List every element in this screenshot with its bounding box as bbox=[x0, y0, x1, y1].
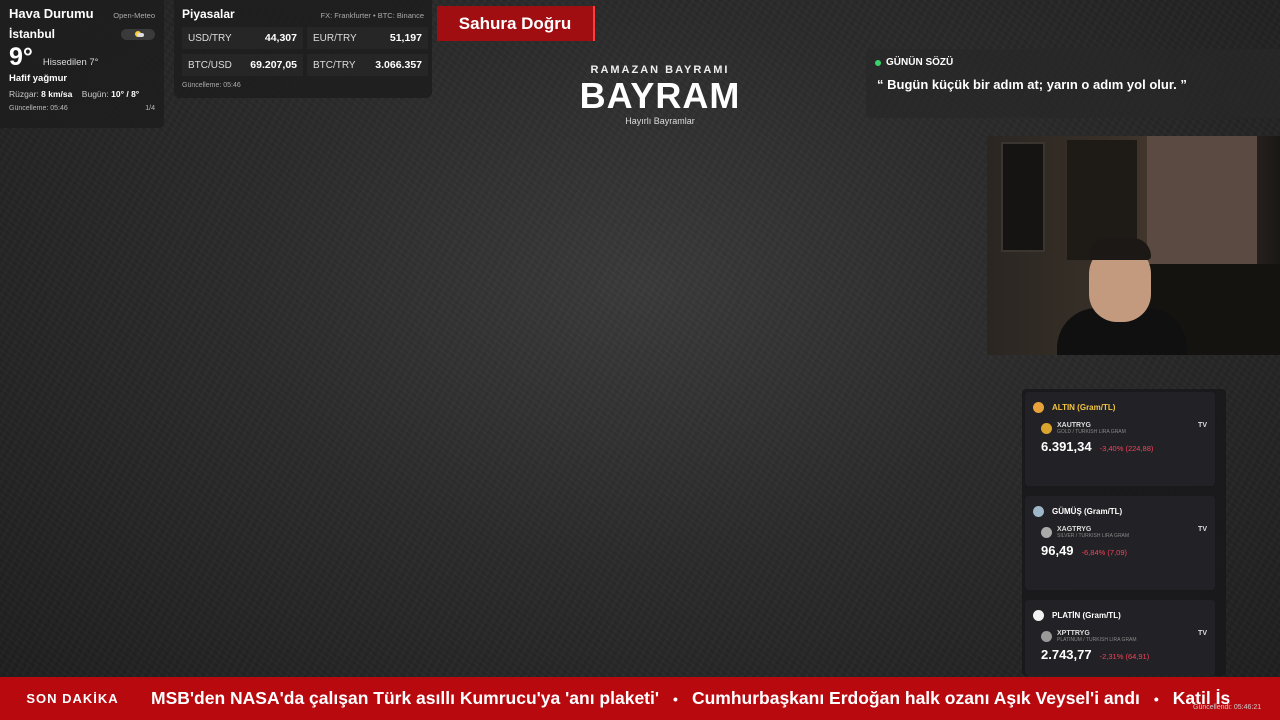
weather-condition: Hafif yağmur bbox=[9, 73, 68, 84]
metal-description: SILVER / TURKISH LIRA GRAM bbox=[1057, 533, 1130, 539]
metal-change: -2,31% (64,91) bbox=[1099, 652, 1150, 661]
today-label: Bugün: bbox=[81, 89, 109, 99]
ticker-item: Cumhurbaşkanı Erdoğan halk ozanı Aşık Ve… bbox=[691, 688, 1140, 708]
metal-change: -3,40% (224,88) bbox=[1099, 444, 1154, 453]
tradingview-logo-icon: TV bbox=[1198, 630, 1207, 637]
market-value: 51,197 bbox=[389, 32, 422, 44]
today-value: 10° / 8° bbox=[111, 89, 140, 99]
sahur-banner: Sahura Doğru bbox=[437, 6, 595, 41]
gold-medal-icon bbox=[1033, 402, 1044, 413]
markets-widget: Piyasalar FX: Frankfurter • BTC: Binance… bbox=[174, 0, 432, 98]
market-symbol: USD/TRY bbox=[188, 32, 232, 44]
metal-change: -6,84% (7,09) bbox=[1081, 548, 1127, 557]
metal-price: 2.743,77 bbox=[1041, 647, 1092, 662]
partly-cloudy-icon bbox=[121, 28, 155, 40]
metals-updated: Güncellendi: 05:46:21 bbox=[1193, 704, 1262, 711]
holiday-greeting: Hayırlı Bayramlar bbox=[625, 116, 695, 126]
silver-medal-icon bbox=[1033, 506, 1044, 517]
ticker-label: SON DAKİKA bbox=[26, 691, 119, 706]
webcam-background-door bbox=[1001, 142, 1045, 252]
webcam-feed bbox=[987, 136, 1280, 355]
wind-value: 8 km/sa bbox=[41, 89, 73, 99]
market-item: EUR/TRY 51,197 bbox=[307, 27, 428, 49]
metal-description: PLATINUM / TURKISH LIRA GRAM bbox=[1057, 637, 1137, 643]
webcam-person-hair bbox=[1089, 238, 1151, 260]
gold-coin-icon bbox=[1041, 423, 1052, 434]
metal-price: 6.391,34 bbox=[1041, 439, 1092, 454]
silver-coin-icon bbox=[1041, 527, 1052, 538]
weather-page: 1/4 bbox=[145, 105, 155, 112]
sahur-label: Sahura Doğru bbox=[458, 13, 572, 33]
weather-details: Rüzgar: 8 km/sa Bugün: 10° / 8° bbox=[9, 89, 155, 99]
markets-updated: Güncelleme: 05:46 bbox=[182, 82, 241, 89]
platinum-medal-icon bbox=[1033, 610, 1044, 621]
markets-source: FX: Frankfurter • BTC: Binance bbox=[320, 11, 425, 20]
weather-source: Open-Meteo bbox=[113, 11, 155, 20]
metal-symbol: XPTTRYG bbox=[1057, 630, 1090, 637]
wind-label: Rüzgar: bbox=[9, 89, 39, 99]
tradingview-logo-icon: TV bbox=[1198, 526, 1207, 533]
market-item: BTC/TRY 3.066.357 bbox=[307, 54, 428, 76]
weather-temperature: 9° bbox=[9, 43, 33, 71]
metal-description: GOLD / TURKISH LIRA GRAM bbox=[1057, 429, 1126, 435]
market-value: 44,307 bbox=[264, 32, 297, 44]
platinum-coin-icon bbox=[1041, 631, 1052, 642]
market-value: 69.207,05 bbox=[250, 59, 297, 71]
metal-symbol: XAGTRYG bbox=[1057, 526, 1092, 533]
ticker-item: MSB'den NASA'da çalışan Türk asıllı Kumr… bbox=[151, 688, 660, 708]
breaking-news-ticker: SON DAKİKA MSB'den NASA'da çalışan Türk … bbox=[0, 677, 1280, 720]
quote-text: “ Bugün küçük bir adım at; yarın o adım … bbox=[877, 77, 1187, 92]
market-symbol: BTC/USD bbox=[188, 59, 232, 71]
holiday-title-block: RAMAZAN BAYRAMI BAYRAM Hayırlı Bayramlar bbox=[560, 64, 760, 126]
market-symbol: BTC/TRY bbox=[313, 59, 356, 71]
metal-card-platinum: PLATİN (Gram/TL) XPTTRYG PLATINUM / TURK… bbox=[1025, 600, 1215, 676]
metal-title: PLATİN (Gram/TL) bbox=[1052, 611, 1121, 620]
ticker-separator: • bbox=[673, 690, 678, 707]
metal-symbol: XAUTRYG bbox=[1057, 422, 1091, 429]
market-item: USD/TRY 44,307 bbox=[182, 27, 303, 49]
weather-updated: Güncelleme: 05:46 bbox=[9, 105, 68, 112]
market-value: 3.066.357 bbox=[375, 59, 422, 71]
market-item: BTC/USD 69.207,05 bbox=[182, 54, 303, 76]
metal-card-gold: ALTIN (Gram/TL) XAUTRYG GOLD / TURKISH L… bbox=[1025, 392, 1215, 486]
metal-title: ALTIN (Gram/TL) bbox=[1052, 403, 1116, 412]
weather-title: Hava Durumu bbox=[9, 6, 94, 21]
holiday-title: BAYRAM bbox=[579, 75, 741, 116]
weather-widget: Hava Durumu Open-Meteo İstanbul 9° Hisse… bbox=[0, 0, 164, 128]
ticker-separator: • bbox=[1153, 690, 1159, 707]
tradingview-logo-icon: TV bbox=[1198, 422, 1207, 429]
quote-of-the-day: GÜNÜN SÖZÜ “ Bugün küçük bir adım at; ya… bbox=[866, 49, 1280, 118]
market-symbol: EUR/TRY bbox=[313, 32, 357, 44]
metals-panel: ALTIN (Gram/TL) XAUTRYG GOLD / TURKISH L… bbox=[1022, 389, 1226, 676]
quote-label: GÜNÜN SÖZÜ bbox=[886, 57, 954, 68]
metal-title: GÜMÜŞ (Gram/TL) bbox=[1052, 507, 1123, 516]
markets-title: Piyasalar bbox=[182, 7, 235, 21]
status-dot-icon bbox=[875, 59, 881, 66]
weather-feels-like: Hissedilen 7° bbox=[42, 57, 99, 68]
ticker-track: MSB'den NASA'da çalışan Türk asıllı Kumr… bbox=[151, 677, 1230, 720]
metal-card-silver: GÜMÜŞ (Gram/TL) XAGTRYG SILVER / TURKISH… bbox=[1025, 496, 1215, 590]
weather-city: İstanbul bbox=[9, 27, 56, 41]
metal-price: 96,49 bbox=[1041, 543, 1074, 558]
